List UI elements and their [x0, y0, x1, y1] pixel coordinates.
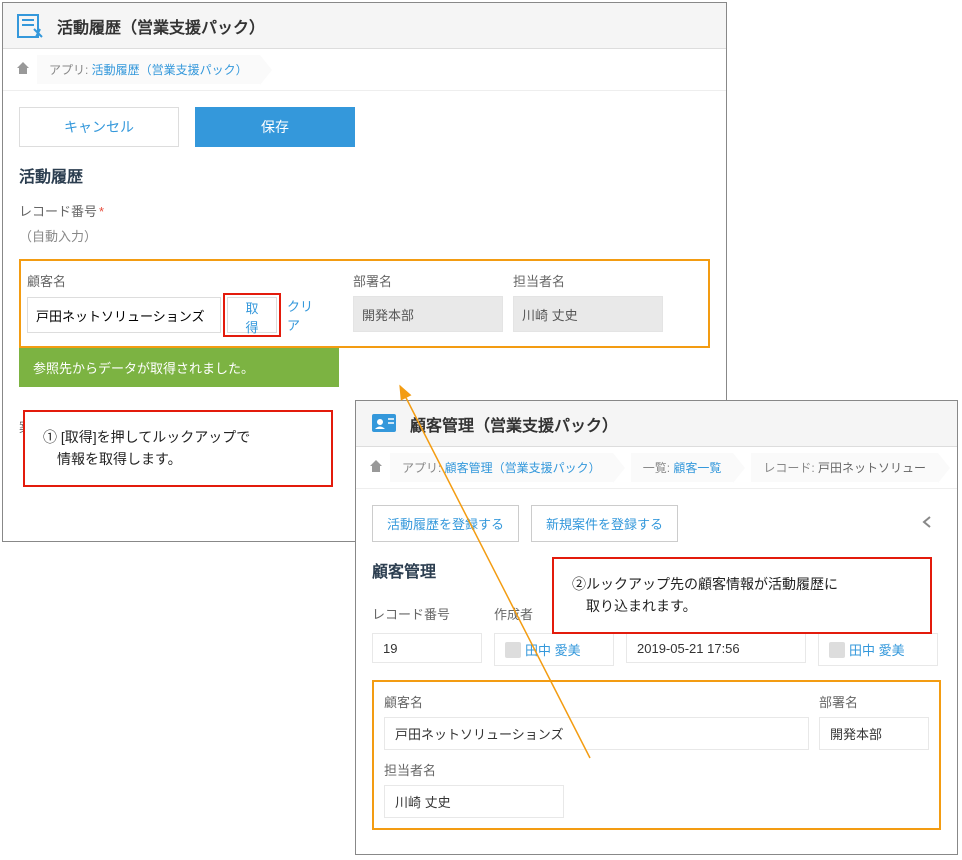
window-title: 顧客管理（営業支援パック） — [410, 412, 618, 436]
lookup-highlight: 顧客名 取得 クリア 部署名 開発本部 担当者名 川崎 丈史 — [19, 259, 710, 348]
cancel-button[interactable]: キャンセル — [19, 107, 179, 147]
home-icon[interactable] — [368, 458, 384, 477]
clear-link[interactable]: クリア — [283, 296, 327, 334]
breadcrumb-record[interactable]: レコード: 戸田ネットソリュー — [751, 453, 938, 482]
dept-value: 開発本部 — [819, 717, 929, 750]
avatar — [829, 642, 845, 658]
window-header: 活動履歴（営業支援パック） — [3, 3, 726, 49]
contact-label: 担当者名 — [384, 760, 564, 779]
dept-label: 部署名 — [353, 271, 503, 290]
lookup-button[interactable]: 取得 — [227, 297, 277, 333]
window-title: 活動履歴（営業支援パック） — [57, 14, 265, 38]
lookup-result-highlight: 顧客名 戸田ネットソリューションズ 部署名 開発本部 担当者名 川崎 丈史 — [372, 680, 941, 830]
updater-value[interactable]: 田中 愛美 — [818, 633, 938, 666]
required-mark: * — [99, 204, 104, 219]
record-no-label: レコード番号* — [19, 201, 710, 220]
home-icon[interactable] — [15, 60, 31, 79]
save-button[interactable]: 保存 — [195, 107, 355, 147]
sub-toolbar: 活動履歴を登録する 新規案件を登録する — [356, 489, 957, 558]
callout-1: ① [取得]を押してルックアップで 情報を取得します。 — [23, 410, 333, 487]
contact-value: 川崎 丈史 — [513, 296, 663, 332]
breadcrumb-app[interactable]: アプリ: 顧客管理（営業支援パック） — [390, 453, 613, 482]
pager-prev-icon[interactable] — [913, 511, 941, 536]
customer-input[interactable] — [27, 297, 221, 333]
dept-value: 開発本部 — [353, 296, 503, 332]
breadcrumb: アプリ: 活動履歴（営業支援パック） — [3, 49, 726, 91]
toolbar: キャンセル 保存 — [3, 91, 726, 163]
breadcrumb: アプリ: 顧客管理（営業支援パック） 一覧: 顧客一覧 レコード: 戸田ネットソ… — [356, 447, 957, 489]
creator-value[interactable]: 田中 愛美 — [494, 633, 614, 666]
created-value: 2019-05-21 17:56 — [626, 633, 806, 663]
register-case-button[interactable]: 新規案件を登録する — [531, 505, 678, 542]
customer-value: 戸田ネットソリューションズ — [384, 717, 809, 750]
app-icon — [15, 10, 47, 42]
auto-input-text: （自動入力） — [19, 226, 710, 245]
section-title: 活動履歴 — [19, 163, 710, 187]
callout-2: ②ルックアップ先の顧客情報が活動履歴に 取り込まれます。 — [552, 557, 932, 634]
record-no-value: 19 — [372, 633, 482, 663]
record-no-label: レコード番号 — [372, 604, 482, 623]
app-icon — [368, 408, 400, 440]
avatar — [505, 642, 521, 658]
contact-value: 川崎 丈史 — [384, 785, 564, 818]
contact-label: 担当者名 — [513, 271, 663, 290]
breadcrumb-list[interactable]: 一覧: 顧客一覧 — [631, 453, 734, 482]
window-header: 顧客管理（営業支援パック） — [356, 401, 957, 447]
customer-label: 顧客名 — [384, 692, 809, 711]
success-toast: 参照先からデータが取得されました。 — [19, 348, 339, 387]
register-activity-button[interactable]: 活動履歴を登録する — [372, 505, 519, 542]
customer-label: 顧客名 — [27, 271, 327, 290]
breadcrumb-item[interactable]: アプリ: 活動履歴（営業支援パック） — [37, 55, 260, 84]
dept-label: 部署名 — [819, 692, 929, 711]
